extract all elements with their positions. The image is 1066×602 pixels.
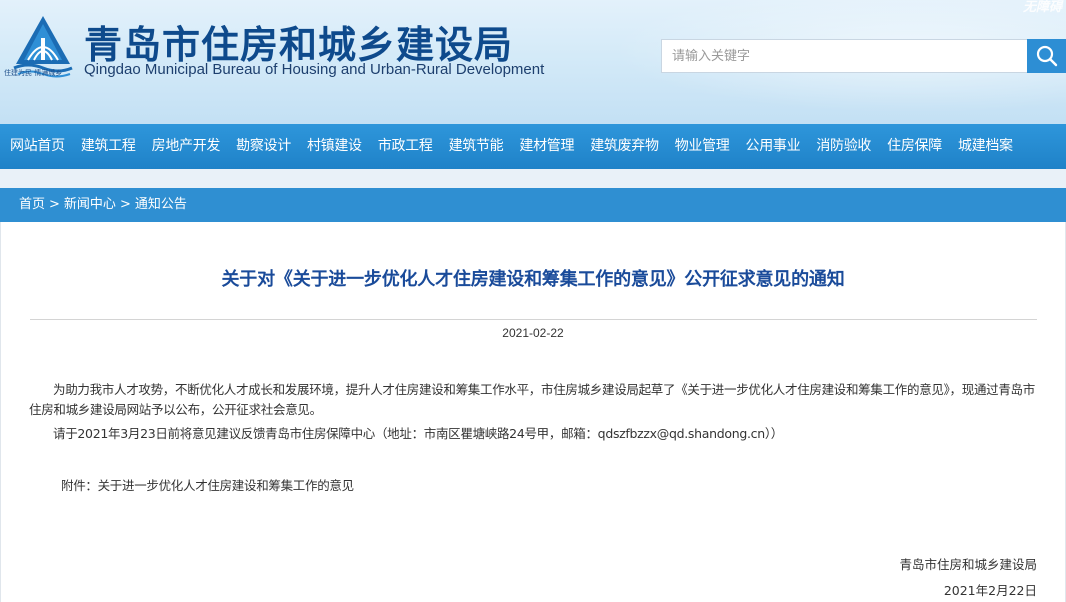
nav-item-municipal[interactable]: 市政工程 xyxy=(370,124,441,169)
breadcrumb-news[interactable]: 新闻中心 xyxy=(64,197,116,212)
nav-item-utilities[interactable]: 公用事业 xyxy=(738,124,809,169)
spacer-strip xyxy=(0,169,1066,188)
nav-item-waste[interactable]: 建筑废弃物 xyxy=(582,124,667,169)
nav-item-fire-acceptance[interactable]: 消防验收 xyxy=(808,124,879,169)
site-title-english: Qingdao Municipal Bureau of Housing and … xyxy=(84,61,545,78)
breadcrumb-home[interactable]: 首页 xyxy=(19,197,45,212)
nav-item-archives[interactable]: 城建档案 xyxy=(950,124,1021,169)
search-button[interactable] xyxy=(1027,39,1066,73)
breadcrumb: 首页 > 新闻中心 > 通知公告 xyxy=(0,188,1066,222)
attachment-link[interactable]: 附件：关于进一步优化人才住房建设和筹集工作的意见 xyxy=(61,476,354,496)
title-divider xyxy=(30,319,1037,320)
article-title: 关于对《关于进一步优化人才住房建设和筹集工作的意见》公开征求意见的通知 xyxy=(221,269,845,290)
nav-item-real-estate[interactable]: 房地产开发 xyxy=(144,124,229,169)
article-paragraph-feedback: 请于2021年3月23日前将意见建议反馈青岛市住房保障中心（地址：市南区瞿塘峡路… xyxy=(53,426,783,441)
article-paragraph-intro: 为助力我市人才攻势，不断优化人才成长和发展环境，提升人才住房建设和筹集工作水平，… xyxy=(29,382,1035,417)
nav-item-energy-saving[interactable]: 建筑节能 xyxy=(441,124,512,169)
breadcrumb-notices[interactable]: 通知公告 xyxy=(135,197,187,212)
nav-item-construction[interactable]: 建筑工程 xyxy=(73,124,144,169)
signature-date: 2021年2月22日 xyxy=(943,583,1037,598)
search-input[interactable] xyxy=(661,39,1027,73)
nav-item-survey-design[interactable]: 勘察设计 xyxy=(228,124,299,169)
nav-item-village-town[interactable]: 村镇建设 xyxy=(299,124,370,169)
nav-item-housing-security[interactable]: 住房保障 xyxy=(879,124,950,169)
article-date: 2021-02-22 xyxy=(502,326,564,340)
breadcrumb-separator: > xyxy=(49,197,60,212)
nav-item-materials[interactable]: 建材管理 xyxy=(511,124,582,169)
nav-item-property[interactable]: 物业管理 xyxy=(667,124,738,169)
logo-slogan: 住建为民 情满城乡 xyxy=(4,69,63,77)
accessibility-link[interactable]: 无障碍 xyxy=(1023,0,1062,15)
breadcrumb-separator: > xyxy=(119,197,131,212)
main-nav: 网站首页 建筑工程 房地产开发 勘察设计 村镇建设 市政工程 建筑节能 建材管理… xyxy=(0,124,1066,169)
search-icon xyxy=(1036,45,1057,67)
signature-organization: 青岛市住房和城乡建设局 xyxy=(899,557,1037,572)
nav-item-home[interactable]: 网站首页 xyxy=(2,124,73,169)
